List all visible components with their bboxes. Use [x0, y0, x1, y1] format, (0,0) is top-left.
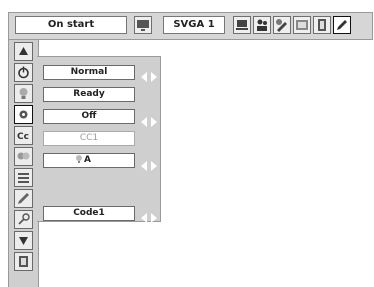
left-right-arrows-icon[interactable] — [141, 112, 157, 127]
closed-caption-color-label: A — [84, 155, 91, 165]
left-right-arrows-icon[interactable] — [141, 67, 157, 82]
key-icon[interactable] — [14, 210, 33, 229]
tools-icon[interactable] — [273, 16, 291, 34]
top-toolbar: On start SVGA 1 — [8, 12, 373, 40]
closed-caption-icon[interactable]: Cc — [14, 126, 33, 145]
settings-gear-icon[interactable] — [14, 105, 33, 124]
lamp-icon[interactable] — [14, 84, 33, 103]
cc1-value[interactable]: CC1 — [43, 131, 135, 146]
pencil-icon[interactable] — [333, 16, 351, 34]
exit-door-icon[interactable] — [313, 16, 331, 34]
down-arrow-icon[interactable] — [14, 231, 33, 250]
laptop-icon[interactable] — [233, 16, 251, 34]
bulb-icon — [76, 155, 82, 163]
settings-panel: Normal Ready Off CC1 A Code1 — [37, 56, 161, 223]
sidebar: Cc — [8, 40, 39, 287]
power-icon[interactable] — [14, 63, 33, 82]
screen-icon[interactable] — [293, 16, 311, 34]
normal-value[interactable]: Normal — [43, 65, 135, 80]
people-icon[interactable] — [253, 16, 271, 34]
off-value[interactable]: Off — [43, 109, 135, 124]
filter-icon[interactable] — [14, 168, 33, 187]
code1-value[interactable]: Code1 — [43, 206, 135, 221]
monitor-icon[interactable] — [134, 16, 152, 34]
left-right-arrows-icon[interactable] — [141, 208, 157, 223]
menu-title: On start — [15, 16, 127, 34]
closed-caption-color-value[interactable]: A — [43, 153, 135, 168]
page-icon[interactable] — [14, 252, 33, 271]
pencil-icon[interactable] — [14, 189, 33, 208]
svg-text:Cc: Cc — [17, 132, 29, 142]
ready-value[interactable]: Ready — [43, 87, 135, 102]
lamp-bulbs-icon[interactable] — [14, 147, 33, 166]
left-right-arrows-icon[interactable] — [141, 156, 157, 171]
up-arrow-icon[interactable] — [14, 42, 33, 61]
resolution-display: SVGA 1 — [163, 16, 225, 34]
